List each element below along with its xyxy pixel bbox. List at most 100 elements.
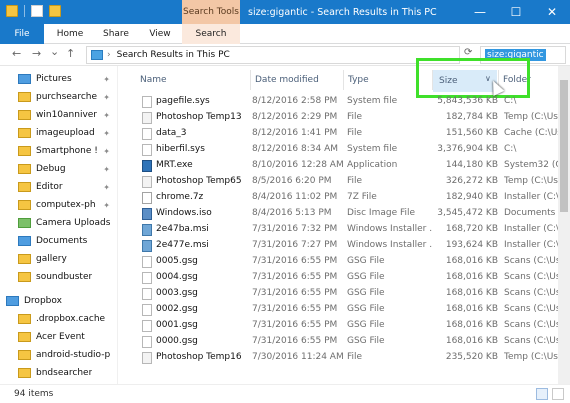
nav-item-dropbox-cache[interactable]: .dropbox.cache [0,310,117,328]
tab-search[interactable]: Search [182,24,240,44]
nav-item-android-studio[interactable]: android-studio-p [0,346,117,364]
nav-item-soundbuster[interactable]: soundbuster [0,268,117,286]
tab-home[interactable]: Home [48,24,92,44]
tab-view[interactable]: View [138,24,182,44]
file-name: 2e477e.msi [156,240,209,250]
pin-icon[interactable]: ✦ [103,93,110,102]
file-name: data_3 [156,128,187,138]
nav-item-bndsearcher[interactable]: bndsearcher [0,364,117,382]
new-folder-icon[interactable] [49,5,61,17]
scrollbar-thumb[interactable] [560,80,568,212]
breadcrumb[interactable]: Search Results in This PC [117,50,230,60]
file-row[interactable]: 2e477e.msi 7/31/2016 7:27 PM Windows Ins… [118,238,570,254]
file-name: 0003.gsg [156,288,198,298]
file-row[interactable]: pagefile.sys 8/12/2016 2:58 PM System fi… [118,94,570,110]
file-date: 7/31/2016 7:27 PM [252,240,338,250]
file-row[interactable]: Photoshop Temp65... 8/5/2016 6:20 PM Fil… [118,174,570,190]
file-row[interactable]: 0001.gsg 7/31/2016 6:55 PM GSG File 168,… [118,318,570,334]
navigation-pane[interactable]: Pictures ✦ purchsearche ✦ win10anniver ✦… [0,66,118,384]
file-type: GSG File [347,256,385,266]
disc-image-icon [142,208,152,220]
pin-icon[interactable]: ✦ [103,147,110,156]
file-size: 3,376,904 KB [437,144,498,154]
file-type: GSG File [347,304,385,314]
column-header-name[interactable]: Name [140,66,250,94]
close-button[interactable]: ✕ [534,0,570,24]
nav-item-label: imageupload [36,128,95,138]
pin-icon[interactable]: ✦ [103,129,110,138]
file-date: 7/31/2016 6:55 PM [252,288,338,298]
file-row[interactable]: Photoshop Temp13... 8/12/2016 2:29 PM Fi… [118,110,570,126]
nav-item-label: bndsearcher [36,368,93,378]
nav-item-computex[interactable]: computex-ph ✦ [0,196,117,214]
file-type: File [347,128,363,138]
nav-item-camera-uploads[interactable]: Camera Uploads [0,214,117,232]
column-header-date[interactable]: Date modified [255,66,343,94]
file-size: 144,180 KB [445,160,498,170]
file-type: Windows Installer ... [347,240,433,250]
minimize-button[interactable]: — [462,0,498,24]
search-tools-context-tab[interactable]: Search Tools [182,0,240,24]
file-row[interactable]: Photoshop Temp16... 7/30/2016 11:24 AM F… [118,350,570,366]
maximize-button[interactable]: ☐ [498,0,534,24]
forward-arrow-icon[interactable]: → [32,47,41,60]
tab-file[interactable]: File [0,24,44,44]
folder-icon [18,368,31,378]
column-divider[interactable] [250,70,251,90]
file-row[interactable]: 0005.gsg 7/31/2016 6:55 PM GSG File 168,… [118,254,570,270]
file-row[interactable]: 0000.gsg 7/31/2016 6:55 PM GSG File 168,… [118,334,570,350]
column-divider[interactable] [343,70,344,90]
nav-item-imageupload[interactable]: imageupload ✦ [0,124,117,142]
file-list[interactable]: pagefile.sys 8/12/2016 2:58 PM System fi… [118,94,570,384]
file-row[interactable]: Windows.iso 8/4/2016 5:13 PM Disc Image … [118,206,570,222]
file-row[interactable]: MRT.exe 8/10/2016 12:28 AM Application 1… [118,158,570,174]
tab-share[interactable]: Share [94,24,138,44]
properties-icon[interactable] [31,5,43,17]
nav-item-pictures[interactable]: Pictures ✦ [0,70,117,88]
nav-item-debug[interactable]: Debug ✦ [0,160,117,178]
file-icon [142,336,152,348]
recent-locations-icon[interactable]: ⌄ [50,45,59,58]
file-row[interactable]: 0004.gsg 7/31/2016 6:55 PM GSG File 168,… [118,270,570,286]
vertical-scrollbar[interactable] [558,66,570,384]
file-row[interactable]: 0002.gsg 7/31/2016 6:55 PM GSG File 168,… [118,302,570,318]
file-icon [142,288,152,300]
file-row[interactable]: 0003.gsg 7/31/2016 6:55 PM GSG File 168,… [118,286,570,302]
pin-icon[interactable]: ✦ [103,183,110,192]
file-row[interactable]: 2e47ba.msi 7/31/2016 7:32 PM Windows Ins… [118,222,570,238]
pin-icon[interactable]: ✦ [103,201,110,210]
file-icon [142,176,152,188]
file-date: 8/10/2016 12:28 AM [252,160,344,170]
nav-item-smartphone[interactable]: Smartphone ! ✦ [0,142,117,160]
nav-item-win10anniver[interactable]: win10anniver ✦ [0,106,117,124]
nav-item-acer-event[interactable]: Acer Event [0,328,117,346]
nav-item-label: computex-ph [36,200,96,210]
details-view-icon[interactable] [536,388,548,400]
folder-icon [18,182,31,192]
nav-item-purchsearche[interactable]: purchsearche ✦ [0,88,117,106]
address-bar[interactable]: › Search Results in This PC [86,46,460,64]
up-arrow-icon[interactable]: ↑ [66,47,75,60]
search-results-icon [91,50,103,60]
nav-item-gallery[interactable]: gallery [0,250,117,268]
pin-icon[interactable]: ✦ [103,165,110,174]
nav-item-dropbox[interactable]: Dropbox [0,292,117,310]
breadcrumb-chevron-icon[interactable]: › [107,50,111,60]
file-size: 151,560 KB [445,128,498,138]
pin-icon[interactable]: ✦ [103,111,110,120]
file-row[interactable]: data_3 8/12/2016 1:41 PM File 151,560 KB… [118,126,570,142]
pin-icon[interactable]: ✦ [103,75,110,84]
refresh-icon[interactable]: ⟳ [464,47,472,58]
nav-item-editor[interactable]: Editor ✦ [0,178,117,196]
system-file-icon [142,144,152,156]
nav-item-documents[interactable]: Documents [0,232,117,250]
file-row[interactable]: hiberfil.sys 8/12/2016 8:34 AM System fi… [118,142,570,158]
file-row[interactable]: chrome.7z 8/4/2016 11:02 PM 7Z File 182,… [118,190,570,206]
file-date: 8/12/2016 2:29 PM [252,112,338,122]
back-arrow-icon[interactable]: ← [12,47,21,60]
file-date: 8/4/2016 5:13 PM [252,208,332,218]
folder-icon[interactable] [6,5,18,17]
large-icons-view-icon[interactable] [552,388,564,400]
file-type: File [347,352,363,362]
folder-icon [18,254,31,264]
